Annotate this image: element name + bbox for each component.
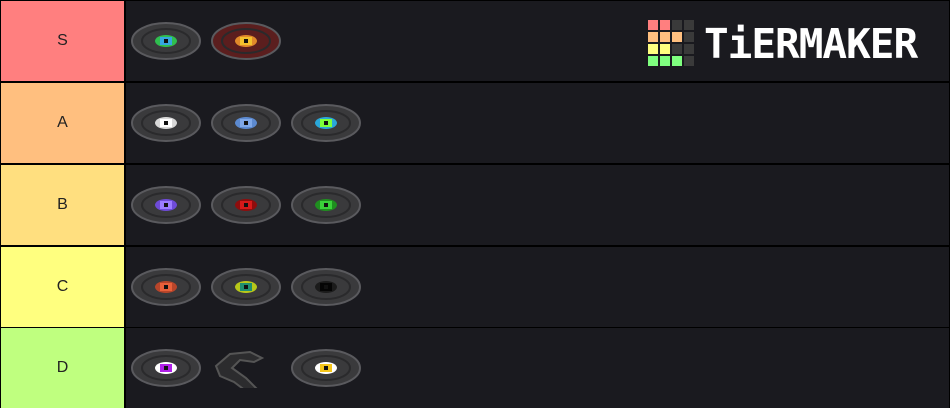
music-disc-magenta-icon[interactable]	[130, 348, 202, 388]
music-disc-red-icon[interactable]	[210, 185, 282, 225]
tier-row-b: B	[0, 165, 950, 245]
music-disc-white-icon-graphic	[131, 104, 201, 142]
tier-items-b[interactable]	[126, 165, 949, 245]
music-disc-cyan-icon[interactable]	[130, 21, 202, 61]
tier-list-board: S A B C D TiERMAKER	[0, 0, 950, 408]
music-disc-magenta-icon-graphic	[131, 349, 201, 387]
music-disc-cyan-icon-graphic	[131, 22, 201, 60]
music-disc-purple-icon[interactable]	[130, 185, 202, 225]
music-disc-pigstep-icon-graphic	[211, 22, 281, 60]
music-disc-orange-icon[interactable]	[130, 267, 202, 307]
tiermaker-logo-grid-icon	[648, 20, 694, 66]
tier-label-d[interactable]: D	[1, 328, 124, 408]
tiermaker-logo-text: TiERMAKER	[704, 20, 918, 68]
music-disc-pigstep-icon[interactable]	[210, 21, 282, 61]
music-disc-teal-icon-graphic	[211, 268, 281, 306]
music-disc-orange-icon-graphic	[131, 268, 201, 306]
music-disc-lime-icon[interactable]	[290, 103, 362, 143]
tier-items-c[interactable]	[126, 247, 949, 327]
music-disc-red-icon-graphic	[211, 186, 281, 224]
tier-label-s[interactable]: S	[1, 1, 124, 81]
tiermaker-logo: TiERMAKER	[646, 18, 936, 72]
music-disc-purple-icon-graphic	[131, 186, 201, 224]
music-disc-teal-icon[interactable]	[210, 267, 282, 307]
music-disc-white-icon[interactable]	[130, 103, 202, 143]
tier-row-a: A	[0, 83, 950, 163]
disc-fragment-icon-graphic	[214, 350, 265, 388]
music-disc-black-icon-graphic	[291, 268, 361, 306]
music-disc-lime-icon-graphic	[291, 104, 361, 142]
music-disc-blue-icon-graphic	[211, 104, 281, 142]
music-disc-yellow-icon-graphic	[291, 349, 361, 387]
music-disc-green-icon-graphic	[291, 186, 361, 224]
tier-label-c[interactable]: C	[1, 247, 124, 327]
disc-fragment-icon[interactable]	[210, 348, 282, 388]
tier-row-c: C	[0, 247, 950, 327]
tier-items-a[interactable]	[126, 83, 949, 163]
tier-items-d[interactable]	[126, 328, 949, 408]
music-disc-blue-icon[interactable]	[210, 103, 282, 143]
music-disc-black-icon[interactable]	[290, 267, 362, 307]
music-disc-yellow-icon[interactable]	[290, 348, 362, 388]
tier-label-b[interactable]: B	[1, 165, 124, 245]
music-disc-green-icon[interactable]	[290, 185, 362, 225]
tier-label-a[interactable]: A	[1, 83, 124, 163]
tier-row-d: D	[0, 328, 950, 408]
